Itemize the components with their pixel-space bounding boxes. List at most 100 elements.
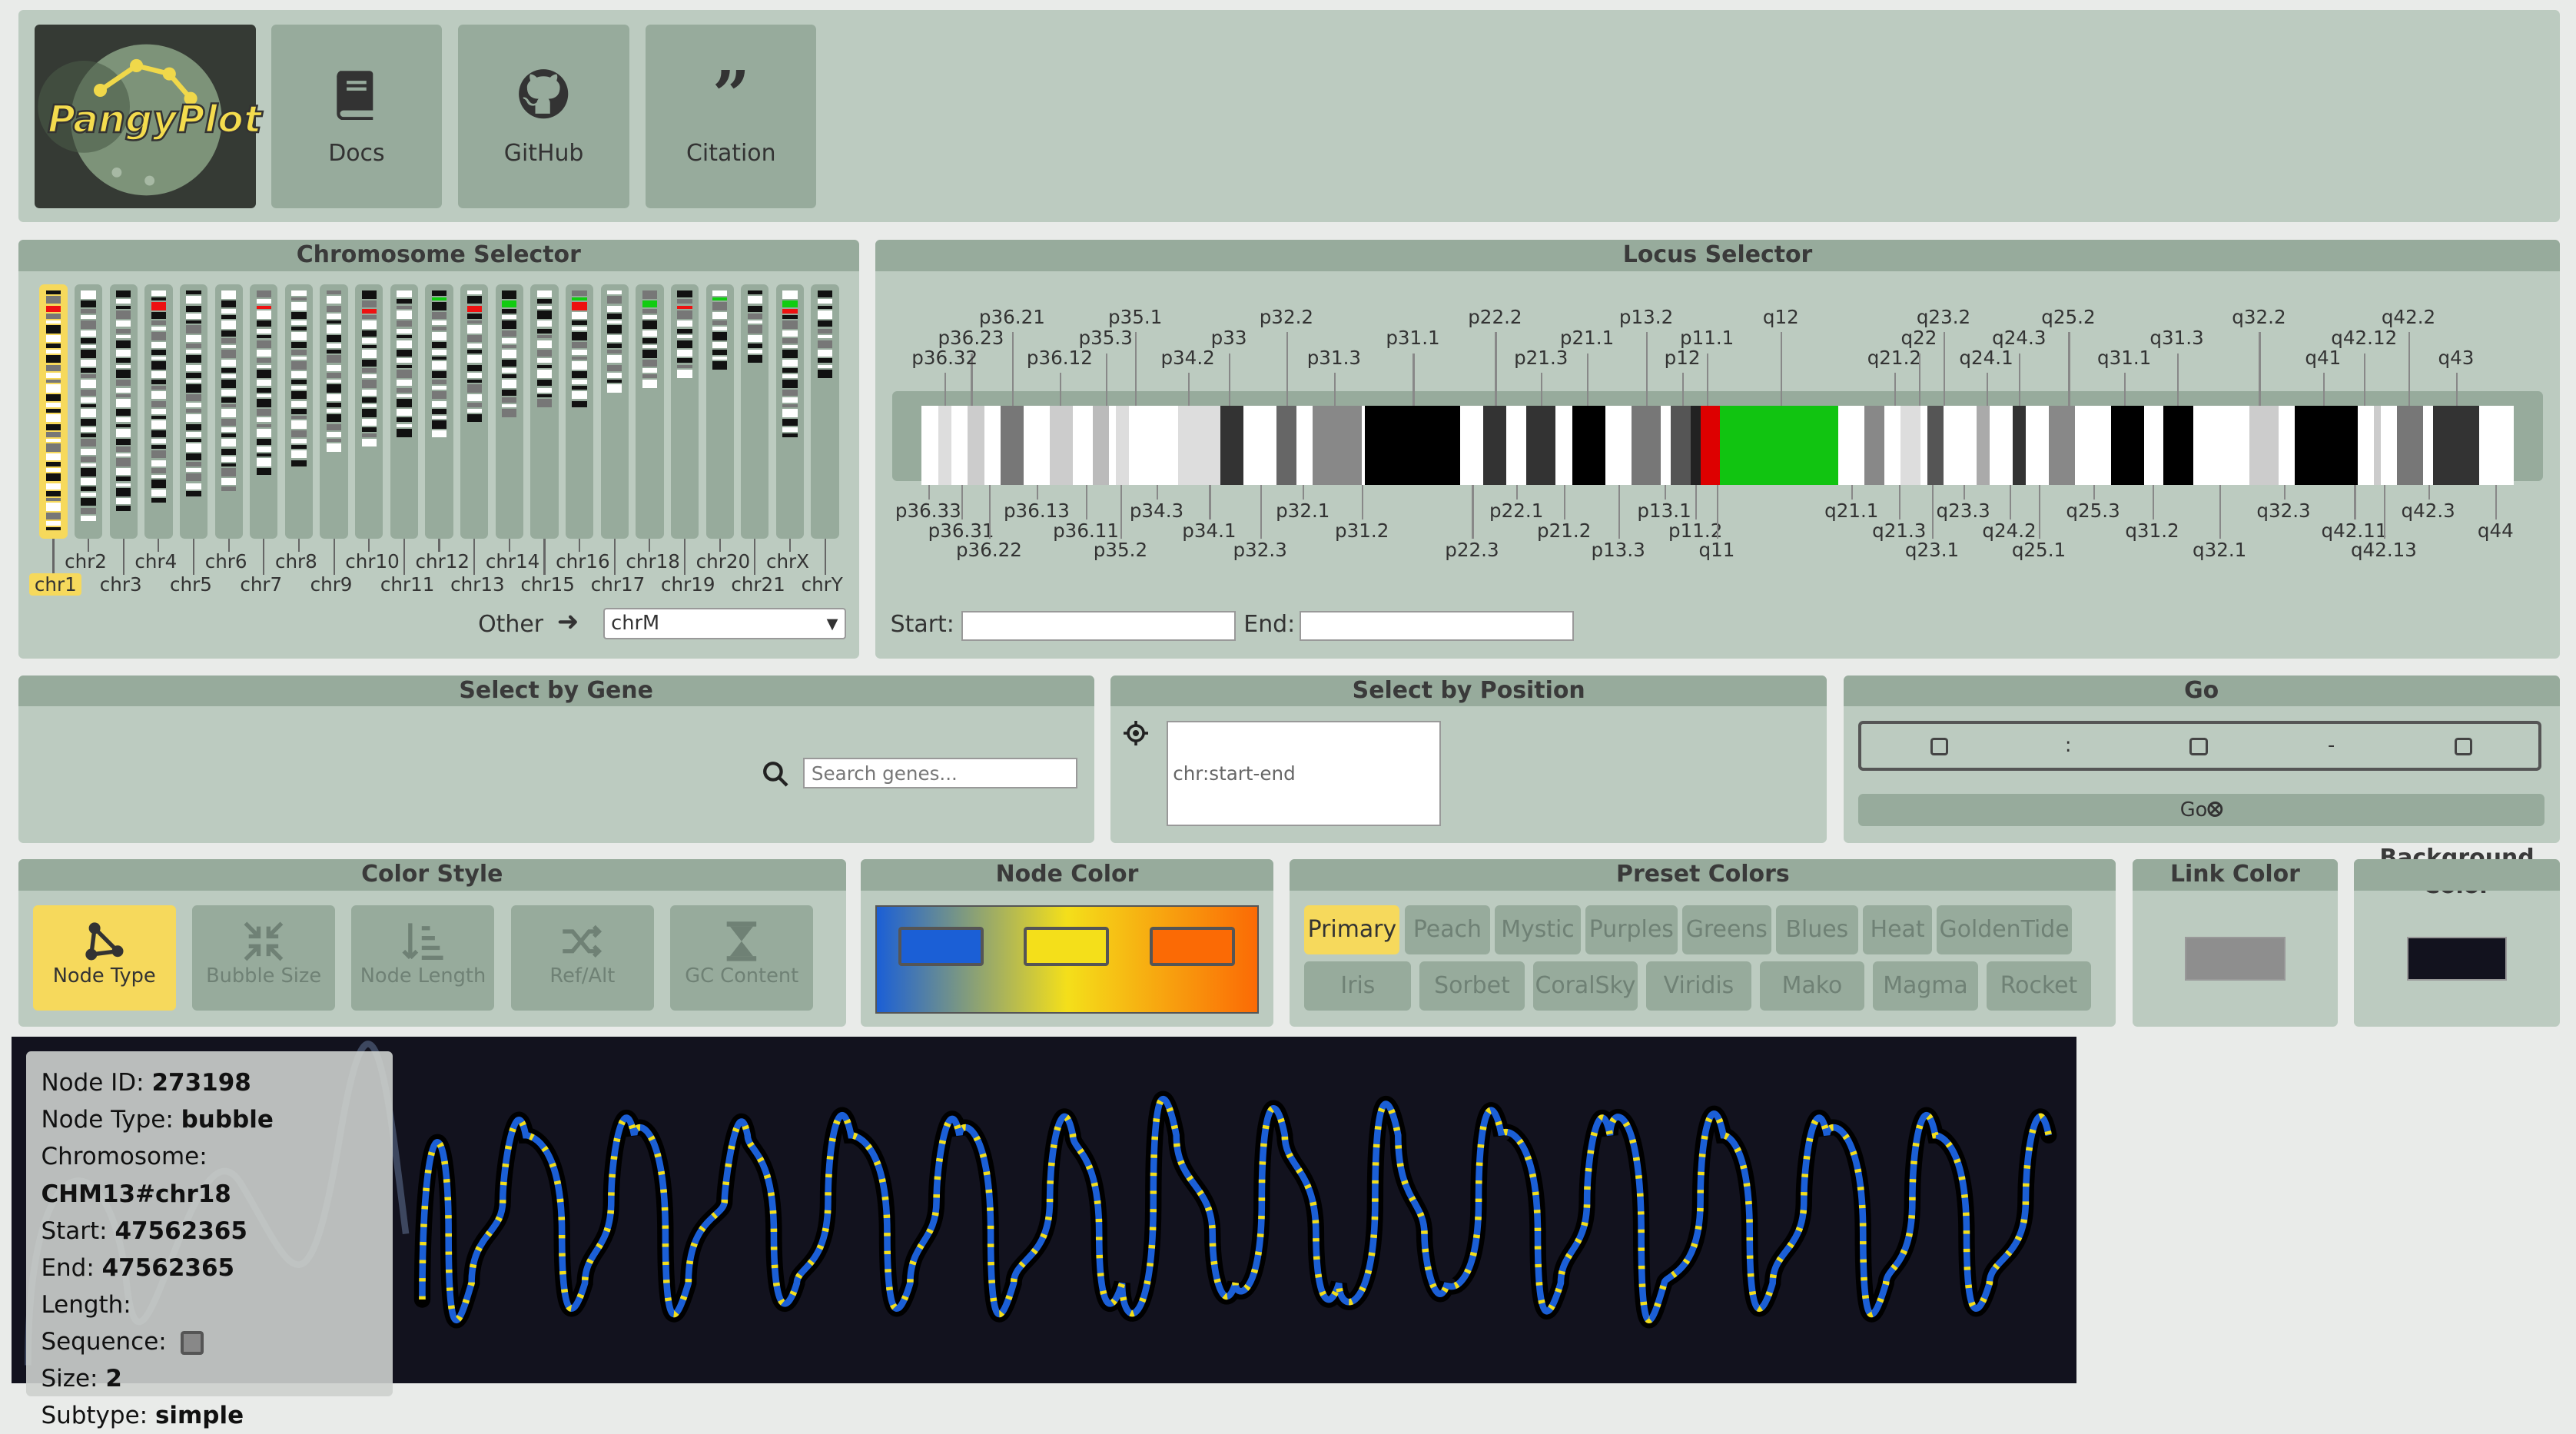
preset-viridis-button[interactable]: Viridis bbox=[1646, 961, 1751, 1011]
chromosome-band bbox=[677, 350, 692, 357]
ref-alt-button[interactable]: Ref/Alt bbox=[510, 905, 654, 1011]
node-type-button[interactable]: Node Type bbox=[32, 905, 176, 1011]
chromosome-label-chr13[interactable]: chr13 bbox=[450, 573, 504, 596]
copy-icon[interactable] bbox=[181, 1330, 204, 1356]
chromosome-label-chrX[interactable]: chrX bbox=[766, 550, 809, 573]
preset-blues-button[interactable]: Blues bbox=[1775, 905, 1858, 955]
link-color-panel: Link Color bbox=[2132, 859, 2339, 1027]
preset-peach-button[interactable]: Peach bbox=[1404, 905, 1490, 955]
chromosome-label-chr9[interactable]: chr9 bbox=[310, 573, 353, 596]
preset-mystic-button[interactable]: Mystic bbox=[1495, 905, 1581, 955]
preset-purples-button[interactable]: Purples bbox=[1585, 905, 1678, 955]
bubble-size-button[interactable]: Bubble Size bbox=[192, 905, 336, 1011]
chromosome-label-chr15[interactable]: chr15 bbox=[520, 573, 574, 596]
other-chromosome-select[interactable]: chrM ▼ bbox=[603, 607, 846, 639]
chromosome-column-chrY[interactable] bbox=[811, 284, 839, 539]
preset-iris-button[interactable]: Iris bbox=[1304, 961, 1412, 1011]
citation-button[interactable]: ” Citation bbox=[646, 25, 817, 209]
chromosome-band bbox=[817, 305, 833, 309]
chromosome-label-chr8[interactable]: chr8 bbox=[275, 550, 317, 573]
node-color-swatch-mid[interactable] bbox=[1023, 926, 1109, 966]
other-label: Other bbox=[478, 611, 544, 639]
chromosome-column-chr17[interactable] bbox=[600, 284, 629, 539]
chromosome-column-chr14[interactable] bbox=[495, 284, 523, 539]
docs-label: Docs bbox=[328, 139, 385, 167]
preset-coralsky-button[interactable]: CoralSky bbox=[1532, 961, 1638, 1011]
chromosome-column-chr1[interactable] bbox=[39, 284, 68, 539]
band-label-bottom: q11 bbox=[1698, 539, 1735, 562]
chromosome-column-chr13[interactable] bbox=[460, 284, 489, 539]
chromosome-column-chr20[interactable] bbox=[705, 284, 734, 539]
go-start-field[interactable] bbox=[2189, 737, 2208, 756]
chromosome-column-chr7[interactable] bbox=[250, 284, 278, 539]
chromosome-column-chr21[interactable] bbox=[741, 284, 769, 539]
preset-goldentide-button[interactable]: GoldenTide bbox=[1937, 905, 2072, 955]
chromosome-label-chr5[interactable]: chr5 bbox=[170, 573, 212, 596]
band-tick bbox=[2093, 484, 2095, 500]
preset-primary-button[interactable]: Primary bbox=[1304, 905, 1400, 955]
chromosome-label-chrY[interactable]: chrY bbox=[802, 573, 843, 596]
chromosome-column-chr16[interactable] bbox=[565, 284, 594, 539]
chromosome-column-chr9[interactable] bbox=[320, 284, 348, 539]
gene-search-input[interactable]: Search genes... bbox=[803, 757, 1078, 789]
chromosome-column-chr12[interactable] bbox=[425, 284, 453, 539]
chromosome-column-chr8[interactable] bbox=[284, 284, 314, 539]
chromosome-column-chr2[interactable] bbox=[74, 284, 103, 539]
pangyplot-logo[interactable]: PangyPlot bbox=[34, 25, 263, 209]
chromosome-label-chr4[interactable]: chr4 bbox=[134, 550, 177, 573]
chromosome-ideogram[interactable] bbox=[921, 406, 2514, 485]
chromosome-label-chr21[interactable]: chr21 bbox=[731, 573, 785, 596]
preset-rocket-button[interactable]: Rocket bbox=[1986, 961, 2092, 1011]
node-color-swatch-high[interactable] bbox=[1150, 926, 1236, 966]
chromosome-band bbox=[221, 350, 237, 359]
chromosome-column-chr18[interactable] bbox=[636, 284, 664, 539]
chromosome-column-chr3[interactable] bbox=[109, 284, 138, 539]
position-input[interactable]: chr:start-end bbox=[1166, 721, 1441, 827]
go-button[interactable]: Go⭙ bbox=[1857, 793, 2545, 827]
chromosome-band bbox=[431, 312, 447, 319]
chromosome-column-chr5[interactable] bbox=[179, 284, 208, 539]
docs-button[interactable]: Docs bbox=[271, 25, 443, 209]
go-chrom-field[interactable] bbox=[1930, 737, 1949, 756]
chromosome-band bbox=[45, 409, 61, 413]
chromosome-label-chr14[interactable]: chr14 bbox=[486, 550, 539, 573]
chromosome-label-chr12[interactable]: chr12 bbox=[416, 550, 470, 573]
chromosome-label-chr18[interactable]: chr18 bbox=[626, 550, 679, 573]
chromosome-column-chr6[interactable] bbox=[214, 284, 243, 539]
chromosome-label-chr6[interactable]: chr6 bbox=[205, 550, 247, 573]
end-input[interactable] bbox=[1299, 611, 1574, 641]
chromosome-label-chr7[interactable]: chr7 bbox=[240, 573, 282, 596]
chromosome-band bbox=[361, 330, 377, 337]
chromosome-band bbox=[817, 358, 833, 363]
chromosome-column-chr15[interactable] bbox=[530, 284, 559, 539]
chromosome-label-chr11[interactable]: chr11 bbox=[380, 573, 434, 596]
link-color-swatch[interactable] bbox=[2185, 936, 2286, 981]
preset-sorbet-button[interactable]: Sorbet bbox=[1419, 961, 1525, 1011]
preset-mako-button[interactable]: Mako bbox=[1759, 961, 1865, 1011]
chromosome-column-chr19[interactable] bbox=[670, 284, 699, 539]
chromosome-label-chr10[interactable]: chr10 bbox=[345, 550, 399, 573]
github-button[interactable]: GitHub bbox=[458, 25, 629, 209]
crosshair-icon[interactable] bbox=[1124, 721, 1149, 746]
chromosome-label-chr3[interactable]: chr3 bbox=[100, 573, 142, 596]
chromosome-column-chr11[interactable] bbox=[390, 284, 419, 539]
node-length-button[interactable]: Node Length bbox=[351, 905, 495, 1011]
chromosome-column-chr4[interactable] bbox=[144, 284, 173, 539]
chromosome-label-chr1[interactable]: chr1 bbox=[29, 573, 82, 596]
chromosome-column-chrX[interactable] bbox=[775, 284, 805, 539]
chromosome-column-chr10[interactable] bbox=[355, 284, 383, 539]
background-color-swatch[interactable] bbox=[2406, 936, 2508, 981]
chromosome-label-chr17[interactable]: chr17 bbox=[591, 573, 645, 596]
chromosome-label-chr16[interactable]: chr16 bbox=[556, 550, 609, 573]
start-input[interactable] bbox=[961, 611, 1236, 641]
preset-heat-button[interactable]: Heat bbox=[1863, 905, 1933, 955]
chromosome-label-chr20[interactable]: chr20 bbox=[696, 550, 750, 573]
chromosome-label-chr2[interactable]: chr2 bbox=[65, 550, 107, 573]
node-color-swatch-low[interactable] bbox=[898, 926, 984, 966]
chromosome-band bbox=[747, 295, 762, 304]
preset-magma-button[interactable]: Magma bbox=[1873, 961, 1978, 1011]
gc-content-button[interactable]: GC Content bbox=[670, 905, 814, 1011]
preset-greens-button[interactable]: Greens bbox=[1682, 905, 1771, 955]
go-end-field[interactable] bbox=[2454, 737, 2473, 756]
chromosome-label-chr19[interactable]: chr19 bbox=[661, 573, 715, 596]
